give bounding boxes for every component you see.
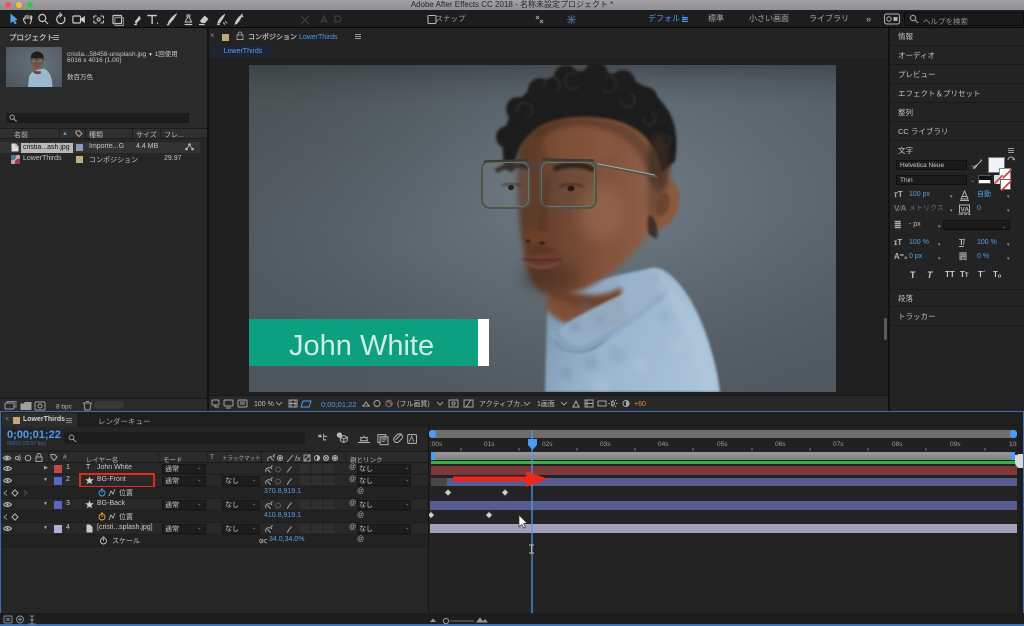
svg-text:fx: fx — [295, 456, 301, 463]
svg-text:+60: +60 — [634, 401, 646, 408]
svg-text:John White: John White — [289, 330, 434, 362]
svg-text:VA: VA — [961, 207, 970, 214]
svg-text:1画面: 1画面 — [537, 400, 555, 408]
svg-text:アクティブカ...: アクティブカ... — [479, 399, 526, 408]
svg-text:8 bpc: 8 bpc — [56, 404, 73, 411]
svg-text:(フル画質): (フル画質) — [397, 399, 430, 408]
svg-text:100 %: 100 % — [254, 401, 274, 408]
